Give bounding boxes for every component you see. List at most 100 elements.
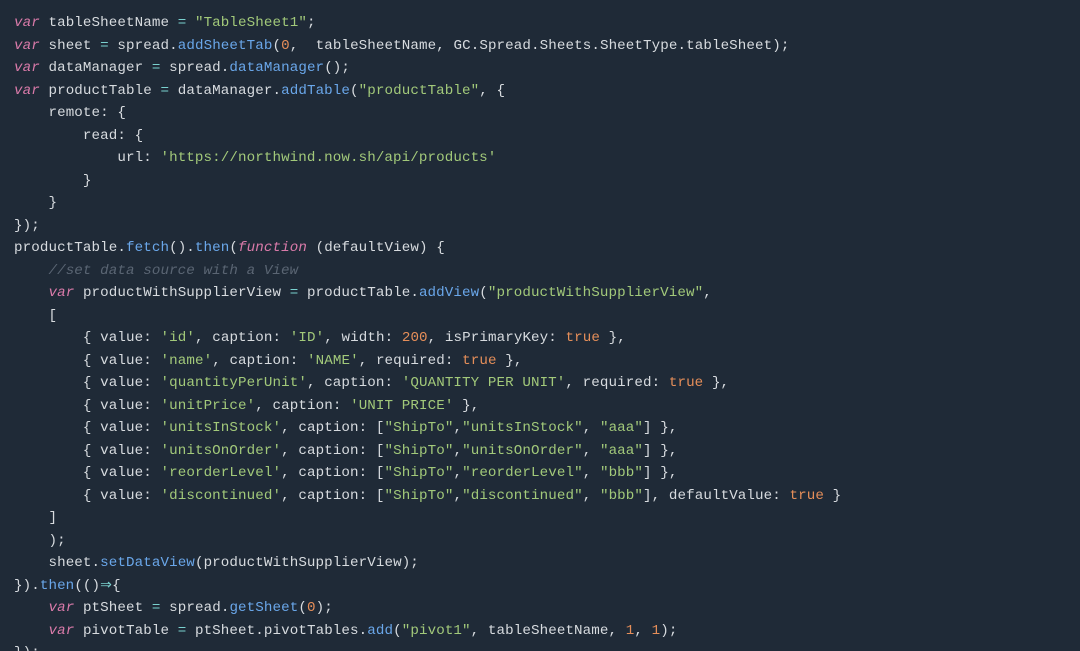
prop: caption xyxy=(212,330,272,346)
identifier: tableSheet xyxy=(686,38,772,54)
identifier: Sheets xyxy=(540,38,592,54)
prop: required xyxy=(376,353,445,369)
prop: value xyxy=(100,420,143,436)
method: addTable xyxy=(281,83,350,99)
string: 'reorderLevel' xyxy=(161,465,282,481)
keyword-var: var xyxy=(48,623,74,639)
string: "discontinued" xyxy=(462,488,583,504)
prop: value xyxy=(100,398,143,414)
string: 'UNIT PRICE' xyxy=(350,398,453,414)
identifier: spread xyxy=(169,60,221,76)
keyword-var: var xyxy=(14,60,40,76)
string: 'quantityPerUnit' xyxy=(161,375,307,391)
prop: width xyxy=(342,330,385,346)
identifier: pivotTables xyxy=(264,623,359,639)
bool: true xyxy=(790,488,824,504)
string: "TableSheet1" xyxy=(195,15,307,31)
identifier: GC xyxy=(453,38,470,54)
prop: caption xyxy=(324,375,384,391)
string: "productTable" xyxy=(359,83,480,99)
prop: caption xyxy=(298,443,358,459)
identifier: dataManager xyxy=(48,60,143,76)
string: "unitsOnOrder" xyxy=(462,443,583,459)
bool: true xyxy=(566,330,600,346)
string: "ShipTo" xyxy=(385,443,454,459)
prop: remote xyxy=(48,105,100,121)
number: 0 xyxy=(307,600,316,616)
comment: //set data source with a View xyxy=(48,263,298,279)
bool: true xyxy=(669,375,703,391)
method: add xyxy=(367,623,393,639)
prop: caption xyxy=(229,353,289,369)
prop: read xyxy=(83,128,117,144)
prop: value xyxy=(100,353,143,369)
string: 'unitPrice' xyxy=(161,398,256,414)
number: 0 xyxy=(281,38,290,54)
string: 'discontinued' xyxy=(161,488,282,504)
method: dataManager xyxy=(229,60,324,76)
identifier: dataManager xyxy=(178,83,273,99)
method: addView xyxy=(419,285,479,301)
identifier: sheet xyxy=(48,555,91,571)
string: "aaa" xyxy=(600,420,643,436)
identifier: tableSheetName xyxy=(488,623,609,639)
prop: caption xyxy=(298,465,358,481)
string: "aaa" xyxy=(600,443,643,459)
identifier: SheetType xyxy=(600,38,678,54)
keyword-function: function xyxy=(238,240,307,256)
string: "ShipTo" xyxy=(385,465,454,481)
string: "ShipTo" xyxy=(385,488,454,504)
keyword-var: var xyxy=(48,600,74,616)
identifier: productWithSupplierView xyxy=(204,555,402,571)
method: then xyxy=(40,578,74,594)
keyword-var: var xyxy=(14,15,40,31)
string: 'NAME' xyxy=(307,353,359,369)
prop: value xyxy=(100,443,143,459)
prop: required xyxy=(583,375,652,391)
string: "reorderLevel" xyxy=(462,465,583,481)
prop: caption xyxy=(298,488,358,504)
identifier: productTable xyxy=(307,285,410,301)
method: addSheetTab xyxy=(178,38,273,54)
identifier: spread xyxy=(169,600,221,616)
identifier: tableSheetName xyxy=(48,15,169,31)
string: 'ID' xyxy=(290,330,324,346)
string: "ShipTo" xyxy=(385,420,454,436)
string: 'name' xyxy=(161,353,213,369)
keyword-var: var xyxy=(48,285,74,301)
method: setDataView xyxy=(100,555,195,571)
number: 1 xyxy=(652,623,661,639)
string: "bbb" xyxy=(600,465,643,481)
prop: caption xyxy=(298,420,358,436)
identifier: spread xyxy=(117,38,169,54)
prop: value xyxy=(100,488,143,504)
prop: value xyxy=(100,330,143,346)
identifier: productTable xyxy=(14,240,117,256)
identifier: tableSheetName xyxy=(316,38,437,54)
number: 200 xyxy=(402,330,428,346)
prop: url xyxy=(117,150,143,166)
keyword-var: var xyxy=(14,83,40,99)
identifier: sheet xyxy=(48,38,91,54)
prop: value xyxy=(100,465,143,481)
method: then xyxy=(195,240,229,256)
prop: defaultValue xyxy=(669,488,772,504)
identifier: pivotTable xyxy=(83,623,169,639)
string: "unitsInStock" xyxy=(462,420,583,436)
identifier: ptSheet xyxy=(83,600,143,616)
bool: true xyxy=(462,353,496,369)
prop: caption xyxy=(273,398,333,414)
method: fetch xyxy=(126,240,169,256)
string: "bbb" xyxy=(600,488,643,504)
identifier: ptSheet xyxy=(195,623,255,639)
keyword-var: var xyxy=(14,38,40,54)
identifier: productTable xyxy=(48,83,151,99)
string: 'https://northwind.now.sh/api/products' xyxy=(160,150,496,166)
identifier: defaultView xyxy=(324,240,419,256)
identifier: Spread xyxy=(479,38,531,54)
identifier: productWithSupplierView xyxy=(83,285,281,301)
string: "productWithSupplierView" xyxy=(488,285,703,301)
prop: value xyxy=(100,375,143,391)
code-block: var tableSheetName = "TableSheet1"; var … xyxy=(0,0,1080,651)
string: 'id' xyxy=(161,330,195,346)
